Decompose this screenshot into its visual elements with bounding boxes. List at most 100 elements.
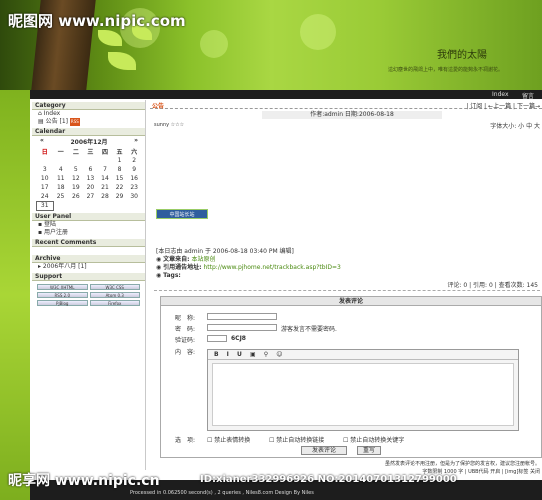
support-badge[interactable]: Atom 0.3 (89, 291, 140, 298)
category-label: Index (43, 110, 61, 117)
image-icon[interactable]: ▣ (250, 351, 256, 358)
calendar-day[interactable]: 4 (53, 165, 69, 174)
calendar-day (69, 156, 84, 165)
calendar-day[interactable]: 17 (37, 183, 54, 192)
calendar-day[interactable]: 14 (98, 174, 113, 183)
calendar-day[interactable]: 22 (112, 183, 127, 192)
calendar-day[interactable]: 6 (83, 165, 98, 174)
password-hint: 游客发言不需要密码. (281, 326, 337, 333)
category-item-announcement[interactable]: ▤ 公告 [1] RSS (32, 118, 145, 126)
link-icon[interactable]: ⚲ (264, 351, 268, 358)
editor-toolbar[interactable]: B I U ▣ ⚲ ☺ (208, 350, 518, 360)
site-subtitle: 這幻塵世的飛鴿上中，唯有這愛的能夠永不凋謝花。 (388, 67, 504, 73)
font-size-control[interactable]: 字体大小: 小 中 大 (490, 121, 540, 130)
tags-label: Tags: (163, 272, 181, 279)
top-nav: Index 留言 (30, 90, 542, 100)
post-meta: 作者:admin 日期:2006-08-18 (262, 111, 442, 119)
login-link[interactable]: ▪ 登陆 (32, 221, 145, 229)
calendar-day[interactable]: 29 (112, 192, 127, 201)
calendar-day[interactable]: 19 (69, 183, 84, 192)
support-badge[interactable]: Firefox (89, 299, 140, 306)
reset-button[interactable]: 重写 (357, 446, 381, 455)
option-label: 禁止自动转换链接 (276, 437, 325, 444)
category-item-index[interactable]: ⌂ Index (32, 110, 145, 118)
calendar-day[interactable]: 7 (98, 165, 113, 174)
calendar-day[interactable]: 1 (112, 156, 127, 165)
trackback-link[interactable]: http://www.pjhome.net/trackback.asp?tbID… (203, 264, 340, 271)
calendar-day[interactable]: 2 (127, 156, 142, 165)
nav-index-link[interactable]: Index (492, 91, 509, 98)
content-textarea[interactable] (212, 363, 514, 426)
calendar-weekday: 六 (131, 149, 138, 156)
calendar-weekday: 日 (41, 149, 48, 156)
nickname-input[interactable] (207, 313, 277, 320)
calendar-day (53, 156, 69, 165)
calendar-day (112, 201, 127, 210)
calendar-day[interactable]: 8 (112, 165, 127, 174)
calendar-day[interactable]: 9 (127, 165, 142, 174)
nav-logbook-link[interactable]: 留言 (522, 91, 534, 100)
author-rating: sunny ☆☆☆ (154, 122, 185, 128)
source-link[interactable]: 本站原创 (191, 256, 215, 263)
archive-item[interactable]: ▸ 2006年八月 [1] (32, 263, 145, 271)
calendar-day[interactable]: 30 (127, 192, 142, 201)
calendar-weekday: 二 (72, 149, 79, 156)
form-header: 发表评论 (161, 297, 541, 306)
calendar-day[interactable]: 18 (53, 183, 69, 192)
tags-line: ◉ Tags: (156, 272, 181, 279)
password-label: 密 码: (175, 326, 196, 333)
divider (154, 290, 540, 291)
calendar-weekday: 三 (87, 149, 94, 156)
sidebar: Category ⌂ Index ▤ 公告 [1] RSS Calendar «… (32, 100, 146, 470)
editor-format-buttons[interactable]: B I U (214, 351, 242, 358)
calendar-day[interactable]: 23 (127, 183, 142, 192)
calendar-weekday: 四 (101, 149, 108, 156)
calendar-day[interactable]: 21 (98, 183, 113, 192)
emoticon-icon[interactable]: ☺ (276, 351, 282, 358)
calendar-day[interactable]: 24 (37, 192, 54, 201)
calendar-day[interactable]: 28 (98, 192, 113, 201)
support-badge[interactable]: RSS 2.0 (37, 291, 88, 298)
support-badge[interactable]: W3C XHTML (37, 283, 88, 290)
calendar-day[interactable]: 31 (36, 200, 54, 211)
calendar-day[interactable]: 25 (53, 192, 69, 201)
register-label: 用户注册 (43, 228, 68, 236)
calendar-day[interactable]: 12 (69, 174, 84, 183)
register-link[interactable]: ▪ 用户注册 (32, 229, 145, 237)
option-disable-smilies[interactable]: ☐ 禁止表情转换 (207, 435, 250, 444)
post-nav-links[interactable]: | 订阅 | ←上一篇 | 下一篇→ (466, 101, 540, 110)
submit-button[interactable]: 发表评论 (301, 446, 347, 455)
category-title: Category (32, 102, 145, 110)
captcha-input[interactable] (207, 335, 227, 342)
calendar-day[interactable]: 13 (83, 174, 98, 183)
calendar-day[interactable]: 11 (53, 174, 69, 183)
leaf-image (108, 52, 136, 70)
option-label: 禁止表情转换 (214, 437, 251, 444)
main-content: 公告 | 订阅 | ←上一篇 | 下一篇→ 作者:admin 日期:2006-0… (150, 100, 542, 480)
login-label: 登陆 (43, 220, 56, 228)
calendar-day[interactable]: 3 (37, 165, 54, 174)
cn-webmaster-badge[interactable]: 中国站长站 (156, 209, 208, 219)
option-disable-keywords[interactable]: ☐ 禁止自动转换关键字 (343, 435, 404, 444)
recent-comments-empty (32, 247, 145, 253)
calendar-day[interactable]: 27 (83, 192, 98, 201)
calendar-day[interactable]: 20 (83, 183, 98, 192)
footer-processed: Processed in 0.062500 second(s) , 2 quer… (130, 490, 314, 496)
option-disable-autolink[interactable]: ☐ 禁止自动转换链接 (269, 435, 324, 444)
calendar-day[interactable]: 5 (69, 165, 84, 174)
calendar-day[interactable]: 26 (69, 192, 84, 201)
rss-badge[interactable]: RSS (69, 118, 80, 126)
password-input[interactable] (207, 324, 277, 331)
calendar-day[interactable]: 10 (37, 174, 54, 183)
support-badge[interactable]: W3C CSS (89, 283, 140, 290)
calendar-day[interactable]: 16 (127, 174, 142, 183)
calendar-day[interactable]: 15 (112, 174, 127, 183)
calendar-day (69, 201, 84, 210)
options-label: 选 项: (175, 437, 196, 444)
form-note: 虽然发表评论不用注册，但是为了保护您的发言权，建议您注册帐号。 (384, 461, 540, 467)
calendar-next-button[interactable]: » (134, 137, 138, 146)
left-decorative-strip (0, 90, 30, 500)
calendar-prev-button[interactable]: « (40, 137, 44, 146)
support-badge[interactable]: PJBlog (37, 299, 88, 306)
source-line: ◉ 文章来自: 本站原创 (156, 256, 216, 263)
